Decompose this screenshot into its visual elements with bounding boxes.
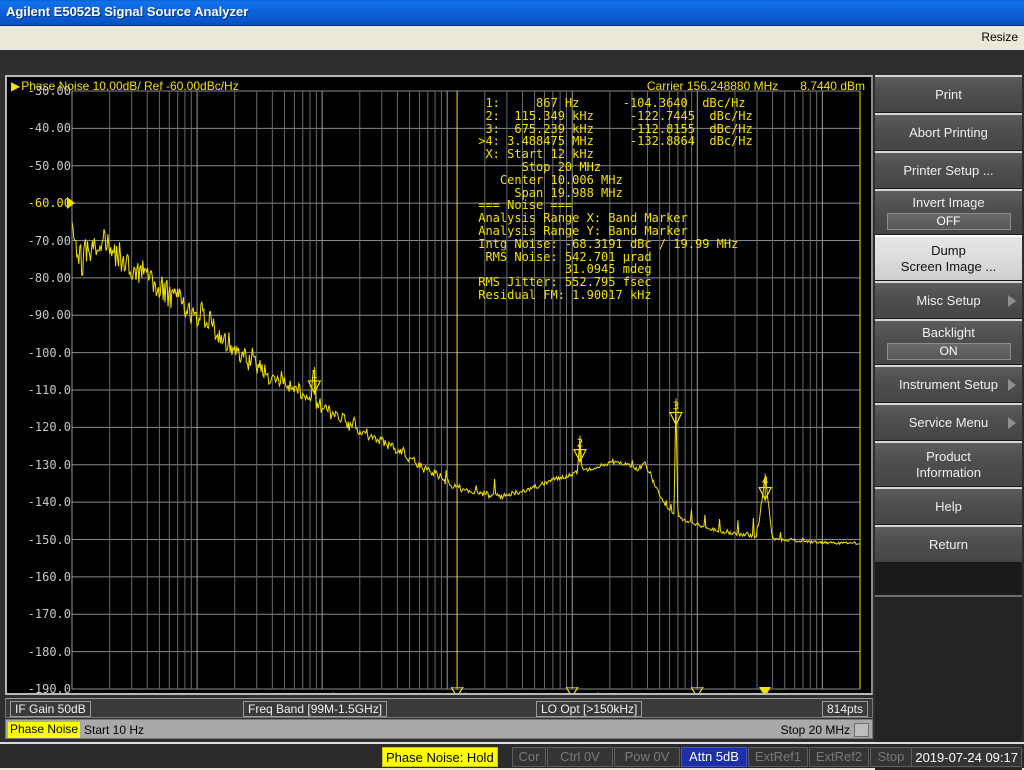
points-chip[interactable]: 814pts: [821, 701, 868, 717]
instrument-status-taskbar: Phase Noise: Hold Cor Ctrl 0V Pow 0V Attn 5…: [0, 742, 1024, 768]
softkey-product[interactable]: Product Information: [875, 441, 1022, 487]
softkey-instrument-setup[interactable]: Instrument Setup: [875, 365, 1022, 403]
lo-opt-chip[interactable]: LO Opt [>150kHz]: [536, 701, 643, 717]
channel-status-bar: Phase Noise Start 10 Hz Stop 20 MHz: [5, 719, 873, 739]
softkey-label: Dump: [931, 243, 966, 258]
y-axis-tick-label: -180.0: [27, 644, 71, 659]
carrier-power: 8.7440 dBm: [800, 79, 865, 93]
y-axis-tick-label: -80.00: [27, 270, 71, 285]
phase-noise-graph-panel[interactable]: 1234 ▶Phase Noise 10.00dB/ Ref -60.00dBc…: [5, 75, 873, 695]
softkey-label: Misc Setup: [916, 293, 981, 308]
x-axis: 101001k10k100k1M10M: [7, 687, 871, 693]
softkey-invert-image[interactable]: Invert Image OFF: [875, 189, 1022, 235]
softkey-menu: System PrintAbort PrintingPrinter Setup …: [875, 75, 1022, 770]
y-axis-tick-label: -30.00: [27, 84, 71, 98]
reference-level-marker-icon: [67, 197, 75, 210]
carrier-readout: Carrier 156.248880 MHz 8.7440 dBm: [647, 79, 865, 93]
status-chip-pow-0v[interactable]: Pow 0V: [614, 747, 680, 767]
if-gain-chip[interactable]: IF Gain 50dB: [10, 701, 91, 717]
instrument-info-bar: IF Gain 50dB Freq Band [99M-1.5GHz] LO O…: [5, 698, 873, 718]
marker-4[interactable]: 4: [758, 473, 773, 502]
x-axis-band-marker-icon[interactable]: [451, 687, 464, 693]
stop-frequency-label[interactable]: Stop 20 MHz: [781, 722, 850, 738]
x-axis-band-marker-icon[interactable]: [691, 687, 704, 693]
softkey-print[interactable]: Print: [875, 75, 1022, 113]
x-axis-tick-label: 1k: [324, 691, 338, 693]
softkey-value[interactable]: ON: [886, 343, 1011, 360]
softkey-label: Print: [935, 87, 962, 102]
softkey-label-line2: Screen Image ...: [900, 259, 997, 274]
status-chip-stop[interactable]: Stop: [870, 747, 912, 767]
instrument-display: 1234 ▶Phase Noise 10.00dB/ Ref -60.00dBc…: [0, 48, 1024, 770]
status-indicator-box: [854, 723, 869, 737]
y-axis-tick-label: -130.0: [27, 457, 71, 472]
trace-markers[interactable]: 1 2 3 4: [307, 366, 773, 502]
softkey-label: Help: [935, 499, 962, 514]
channel-name-badge[interactable]: Phase Noise: [8, 722, 81, 738]
marker-label-3: 3: [673, 400, 680, 413]
softkey-help[interactable]: Help: [875, 487, 1022, 525]
softkey-label: Instrument Setup: [899, 377, 998, 392]
status-chip-ctrl-0v[interactable]: Ctrl 0V: [547, 747, 613, 767]
y-axis-tick-label: -50.00: [27, 158, 71, 173]
y-axis-tick-label: -140.0: [27, 495, 71, 510]
y-axis: -30.00 -40.00 -50.00 -60.00 -70.00 -80.00 -90.…: [7, 77, 71, 693]
softkey-label: Product: [926, 449, 971, 464]
carrier-frequency: Carrier 156.248880 MHz: [646, 79, 779, 93]
y-axis-tick-label: -170.0: [27, 607, 71, 622]
softkey-label: Service Menu: [908, 415, 989, 430]
marker-label-2: 2: [577, 437, 584, 450]
resize-label[interactable]: Resize: [981, 30, 1018, 44]
status-chip-extref1[interactable]: ExtRef1: [748, 747, 808, 767]
y-axis-tick-label: -60.00: [27, 196, 71, 211]
softkey-service-menu[interactable]: Service Menu: [875, 403, 1022, 441]
softkey-label: Backlight: [922, 325, 975, 340]
softkey-printer-setup[interactable]: Printer Setup ...: [875, 151, 1022, 189]
y-axis-tick-label: -100.0: [27, 345, 71, 360]
marker-readout-block: 1: 867 Hz -104.3640 dBc/Hz 2: 115.349 kH…: [478, 96, 753, 302]
chevron-right-icon: [1008, 416, 1016, 429]
y-axis-tick-label: -110.0: [27, 383, 71, 397]
x-axis-band-marker-icon[interactable]: [759, 687, 772, 693]
status-chip-extref2[interactable]: ExtRef2: [809, 747, 869, 767]
y-axis-tick-label: -150.0: [27, 532, 71, 547]
softkey-misc-setup[interactable]: Misc Setup: [875, 281, 1022, 319]
freq-band-chip[interactable]: Freq Band [99M-1.5GHz]: [243, 701, 388, 717]
status-chip-attn-5db[interactable]: Attn 5dB: [681, 747, 747, 767]
window-title: Agilent E5052B Signal Source Analyzer: [6, 4, 249, 19]
y-axis-tick-label: -160.0: [27, 569, 71, 584]
status-chip-cor[interactable]: Cor: [512, 747, 546, 767]
softkey-label: Return: [928, 537, 969, 552]
softkey-value[interactable]: OFF: [886, 213, 1011, 230]
start-frequency-label[interactable]: Start 10 Hz: [84, 722, 144, 738]
y-axis-tick-label: -120.0: [27, 420, 71, 435]
chevron-right-icon: [1008, 294, 1016, 307]
x-axis-band-marker-icon[interactable]: [566, 687, 579, 693]
softkey-label: Abort Printing: [909, 125, 988, 140]
marker-2[interactable]: 2: [573, 435, 587, 464]
chevron-right-icon: [1008, 378, 1016, 391]
softkey-label: Invert Image: [912, 195, 985, 210]
y-axis-tick-label: -40.00: [27, 121, 71, 136]
softkey-list: Print Abort Printing Printer Setup ... Inve…: [875, 75, 1022, 563]
softkey-backlight[interactable]: Backlight ON: [875, 319, 1022, 365]
x-axis-tick-label: 10: [74, 691, 88, 693]
marker-label-1: 1: [311, 368, 318, 381]
softkey-abort-printing[interactable]: Abort Printing: [875, 113, 1022, 151]
clock-label: 2019-07-24 09:17: [911, 747, 1022, 767]
y-axis-tick-label: -70.00: [27, 233, 71, 248]
softkey-return[interactable]: Return: [875, 525, 1022, 563]
y-axis-tick-label: -90.00: [27, 308, 71, 323]
softkey-dump[interactable]: Dump Screen Image ...: [875, 235, 1022, 281]
window-title-bar: Agilent E5052B Signal Source Analyzer: [0, 0, 1024, 26]
x-axis-tick-label: 100: [199, 691, 221, 693]
softkey-label-line2: Information: [915, 465, 982, 480]
softkey-label: Printer Setup ...: [903, 163, 994, 178]
marker-label-4: 4: [762, 475, 769, 488]
marker-3[interactable]: 3: [668, 398, 683, 427]
desktop-client-area: Resize 1234 ▶Phase Noise 10.00dB/ Ref -6…: [0, 26, 1024, 770]
measurement-hold-badge[interactable]: Phase Noise: Hold: [382, 747, 498, 767]
x-axis-tick-label: 10M: [824, 691, 846, 693]
